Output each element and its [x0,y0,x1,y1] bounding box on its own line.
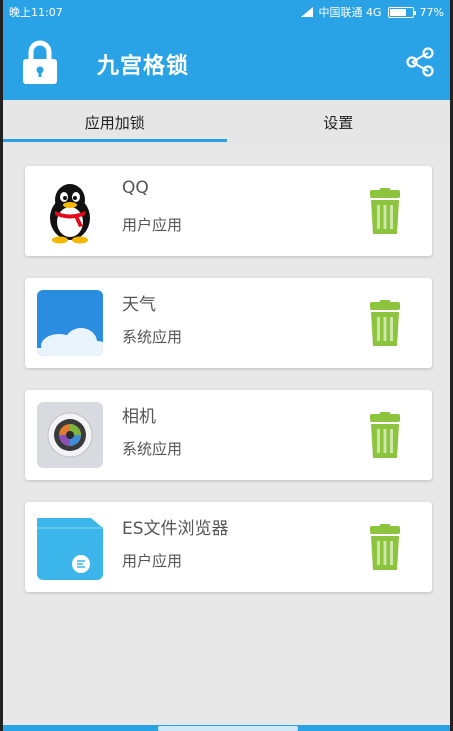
app-name: ES文件浏览器 [122,519,229,539]
status-time: 晚上11:07 [9,6,63,19]
app-name: 相机 [122,407,156,427]
lock-icon [23,40,57,84]
locked-app-list: QQ 用户应用 天气 系统应用 相机 系统应用 ES文件浏览器 用户应用 [25,166,432,614]
tab-bar: 应用加锁 设置 [3,100,450,144]
qq-penguin-icon [37,178,103,244]
battery-icon [387,6,416,18]
app-bar: 九宫格锁 [3,24,450,100]
list-item[interactable]: QQ 用户应用 [25,166,432,256]
trash-icon[interactable] [366,300,404,346]
app-name: 天气 [122,295,156,315]
signal-icon [300,7,313,17]
status-bar: 晚上11:07 中国联通 4G 77% [3,0,450,24]
list-item[interactable]: 相机 系统应用 [25,390,432,480]
battery-fill [389,8,407,16]
app-type: 系统应用 [122,440,183,458]
tab-label: 应用加锁 [84,113,145,132]
tab-app-lock[interactable]: 应用加锁 [3,100,227,144]
weather-cloud-icon [37,290,103,356]
es-file-explorer-icon [37,514,103,580]
app-screen: 晚上11:07 中国联通 4G 77% 九宫格锁 应用加锁 设置 QQ 用户应用… [0,0,453,731]
trash-icon[interactable] [366,412,404,458]
carrier-label: 中国联通 4G [318,6,382,19]
share-icon[interactable] [404,46,436,78]
camera-lens-icon [37,402,103,468]
app-type: 系统应用 [122,328,183,346]
trash-icon[interactable] [366,188,404,234]
bottom-bar [3,725,450,731]
tab-settings[interactable]: 设置 [227,100,451,144]
tab-label: 设置 [323,113,354,132]
app-type: 用户应用 [122,216,183,234]
battery-percent: 77% [419,5,444,19]
app-name: QQ [122,178,149,198]
list-item[interactable]: 天气 系统应用 [25,278,432,368]
app-type: 用户应用 [122,552,183,570]
status-indicators: 中国联通 4G 77% [300,4,444,20]
trash-icon[interactable] [366,524,404,570]
app-title: 九宫格锁 [97,54,190,79]
bottom-indicator [158,726,298,731]
list-item[interactable]: ES文件浏览器 用户应用 [25,502,432,592]
